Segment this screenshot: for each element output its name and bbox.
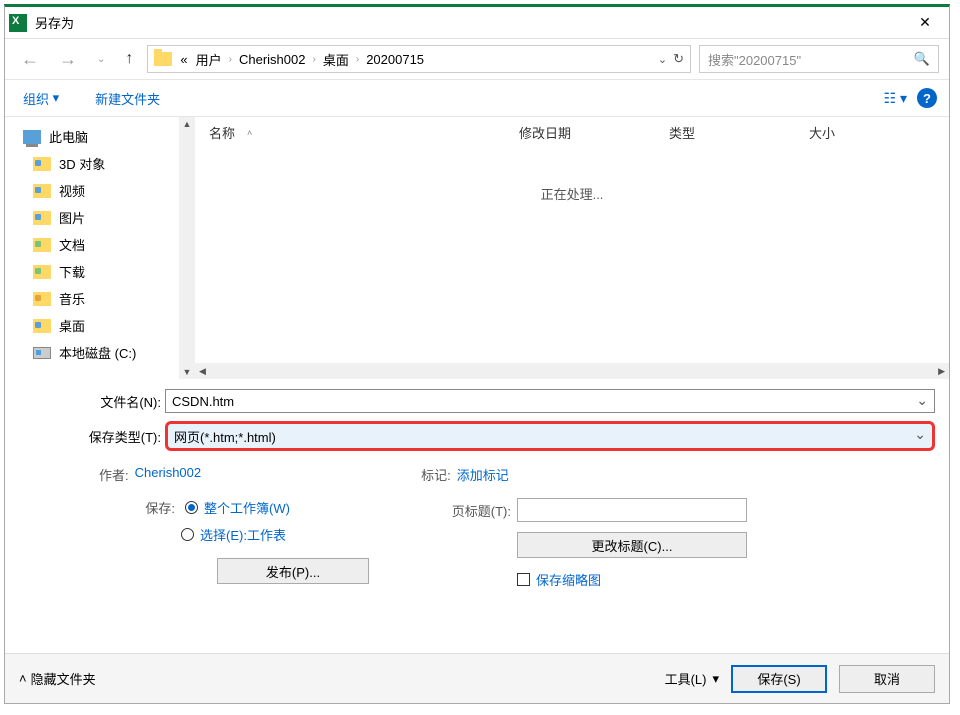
save-button[interactable]: 保存(S) xyxy=(731,665,827,693)
folder-icon xyxy=(33,319,51,333)
tools-button[interactable]: 工具(L)▾ xyxy=(665,669,719,688)
new-folder-button[interactable]: 新建文件夹 xyxy=(89,85,166,112)
thumbnail-label[interactable]: 保存缩略图 xyxy=(536,570,601,589)
tree-documents[interactable]: 文档 xyxy=(5,231,195,258)
path-seg-1[interactable]: Cherish002 xyxy=(235,52,310,67)
tag-label: 标记: xyxy=(421,465,451,484)
scroll-down[interactable]: ▼ xyxy=(181,365,194,379)
scroll-right[interactable]: ▶ xyxy=(934,366,949,377)
tree-desktop[interactable]: 桌面 xyxy=(5,312,195,339)
page-title-input[interactable] xyxy=(517,498,747,522)
thumbnail-checkbox[interactable] xyxy=(517,573,530,586)
window-title: 另存为 xyxy=(35,13,905,32)
chevron-up-icon: ˄ xyxy=(19,671,27,686)
tree-music[interactable]: 音乐 xyxy=(5,285,195,312)
tree-downloads[interactable]: 下载 xyxy=(5,258,195,285)
folder-icon xyxy=(33,265,51,279)
back-button[interactable]: ← xyxy=(15,49,45,70)
publish-button[interactable]: 发布(P)... xyxy=(217,558,369,584)
disk-icon xyxy=(33,347,51,359)
path-prefix: « xyxy=(176,52,191,67)
h-scrollbar[interactable]: ◀ ▶ xyxy=(195,363,949,379)
address-bar[interactable]: « 用户 › Cherish002 › 桌面 › 20200715 ⌄ ↻ xyxy=(147,45,691,73)
excel-icon xyxy=(9,14,27,32)
folder-icon xyxy=(154,52,172,66)
filetype-select[interactable]: 网页(*.htm;*.html) xyxy=(165,421,935,451)
folder-icon xyxy=(33,292,51,306)
tag-value[interactable]: 添加标记 xyxy=(457,465,509,484)
path-seg-3[interactable]: 20200715 xyxy=(362,52,428,67)
path-seg-2[interactable]: 桌面 xyxy=(319,50,353,69)
path-sep: › xyxy=(309,54,318,65)
view-options[interactable]: ☷ ▾ xyxy=(884,90,907,107)
author-label: 作者: xyxy=(99,465,129,484)
refresh-button[interactable]: ↻ xyxy=(673,51,684,67)
footer: ˄ 隐藏文件夹 工具(L)▾ 保存(S) 取消 xyxy=(5,653,949,703)
recent-dropdown[interactable]: ⌄ xyxy=(91,54,111,65)
pc-icon xyxy=(23,130,41,144)
processing-text: 正在处理... xyxy=(195,184,949,203)
scroll-up[interactable]: ▲ xyxy=(181,117,194,131)
col-size[interactable]: 大小 xyxy=(809,123,935,142)
path-sep: › xyxy=(226,54,235,65)
nav-bar: ← → ⌄ ↑ « 用户 › Cherish002 › 桌面 › 2020071… xyxy=(5,39,949,79)
hide-folders-button[interactable]: ˄ 隐藏文件夹 xyxy=(19,669,96,688)
filename-input[interactable]: CSDN.htm xyxy=(165,389,935,413)
path-seg-0[interactable]: 用户 xyxy=(192,50,226,69)
search-placeholder: 搜索"20200715" xyxy=(708,50,801,69)
chevron-down-icon: ▾ xyxy=(712,671,719,687)
tree-pictures[interactable]: 图片 xyxy=(5,204,195,231)
path-dropdown[interactable]: ⌄ xyxy=(658,53,667,66)
sort-caret-icon: ˄ xyxy=(247,128,252,138)
col-name[interactable]: 名称˄ xyxy=(209,123,519,142)
folder-icon xyxy=(33,211,51,225)
tree-local-disk-c[interactable]: 本地磁盘 (C:) xyxy=(5,339,195,366)
up-button[interactable]: ↑ xyxy=(119,50,139,68)
help-button[interactable]: ? xyxy=(917,88,937,108)
radio-whole-workbook[interactable] xyxy=(185,501,198,514)
col-type[interactable]: 类型 xyxy=(669,123,809,142)
titlebar: 另存为 ✕ xyxy=(5,7,949,39)
file-list: 名称˄ 修改日期 类型 大小 正在处理... ◀ ▶ xyxy=(195,117,949,379)
tree-scrollbar[interactable]: ▲ ▼ xyxy=(179,117,195,379)
col-date[interactable]: 修改日期 xyxy=(519,123,669,142)
author-value[interactable]: Cherish002 xyxy=(135,465,202,484)
scroll-left[interactable]: ◀ xyxy=(195,366,210,377)
filetype-label: 保存类型(T): xyxy=(19,427,165,446)
folder-icon xyxy=(33,157,51,171)
page-title-label: 页标题(T): xyxy=(439,501,511,520)
save-label: 保存: xyxy=(139,498,175,517)
radio-whole-workbook-label[interactable]: 整个工作簿(W) xyxy=(204,498,290,517)
path-sep: › xyxy=(353,54,362,65)
close-button[interactable]: ✕ xyxy=(905,9,945,37)
organize-button[interactable]: 组织 ▾ xyxy=(17,85,65,112)
radio-selection-label[interactable]: 选择(E):工作表 xyxy=(200,525,286,544)
tree-this-pc[interactable]: 此电脑 xyxy=(5,123,195,150)
search-icon: 🔍 xyxy=(914,51,930,67)
folder-icon xyxy=(33,184,51,198)
filename-label: 文件名(N): xyxy=(19,392,165,411)
toolbar: 组织 ▾ 新建文件夹 ☷ ▾ ? xyxy=(5,79,949,117)
forward-button[interactable]: → xyxy=(53,49,83,70)
folder-icon xyxy=(33,238,51,252)
cancel-button[interactable]: 取消 xyxy=(839,665,935,693)
search-input[interactable]: 搜索"20200715" 🔍 xyxy=(699,45,939,73)
tree-3d-objects[interactable]: 3D 对象 xyxy=(5,150,195,177)
tree-videos[interactable]: 视频 xyxy=(5,177,195,204)
radio-selection[interactable] xyxy=(181,528,194,541)
change-title-button[interactable]: 更改标题(C)... xyxy=(517,532,747,558)
folder-tree: 此电脑 3D 对象 视频 图片 文档 下载 音乐 桌面 本地磁盘 (C:) ▲ … xyxy=(5,117,195,379)
